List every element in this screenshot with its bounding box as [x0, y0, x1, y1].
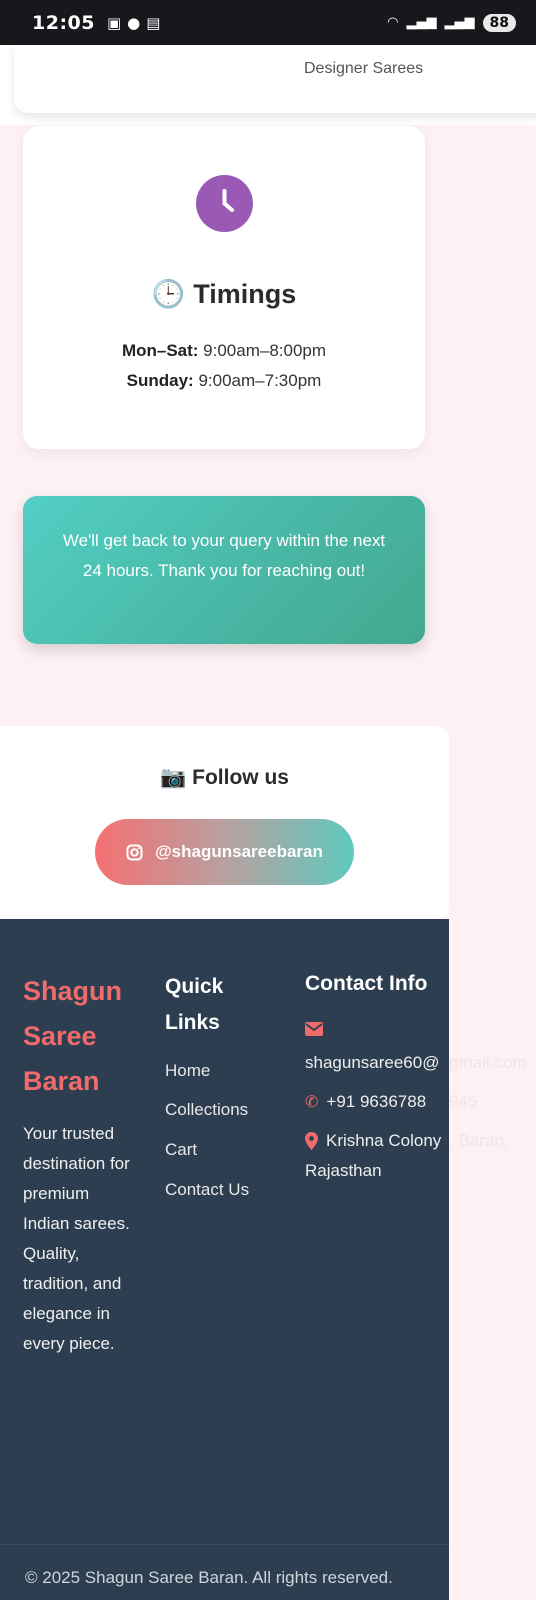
follow-us-title-text: Follow us: [192, 766, 289, 789]
timings-card: 🕒 Timings Mon–Sat: 9:00am–8:00pm Sunday:…: [23, 126, 425, 449]
contact-info-title: Contact Info: [305, 972, 428, 995]
status-right: ◠ ▂▄▆ ▂▄▆ 88: [387, 13, 516, 32]
timings-title: 🕒 Timings: [23, 278, 425, 310]
copyright: © 2025 Shagun Saree Baran. All rights re…: [25, 1568, 393, 1587]
battery-indicator: 88: [482, 13, 516, 32]
status-time: 12:05: [32, 11, 95, 34]
email-overflow: gmail.com: [449, 1053, 527, 1072]
top-card: Designer Sarees: [14, 45, 536, 113]
email-row: [305, 1022, 323, 1036]
footer-tagline: Your trusted destination for premium Ind…: [23, 1124, 130, 1353]
phone-overflow: 945: [449, 1092, 478, 1111]
envelope-icon: [305, 1022, 323, 1036]
email-text-row[interactable]: shagunsaree60@: [305, 1053, 439, 1073]
phone-row[interactable]: ✆ +91 9636788: [305, 1092, 426, 1112]
screenshot-icon: ▣: [106, 13, 122, 32]
footer-brand: Shagun Saree Baran: [23, 976, 122, 1096]
sunday-label: Sunday:: [126, 371, 194, 390]
timings-title-text: Timings: [193, 278, 297, 309]
quick-links-title: Quick Links: [165, 975, 224, 1034]
footer-link-collections[interactable]: Collections: [165, 1100, 248, 1120]
instagram-button[interactable]: @shagunsareebaran: [95, 819, 354, 885]
address-line2-row: Rajasthan: [305, 1161, 382, 1181]
signal-icon: ▂▄▆: [406, 15, 437, 30]
response-notice-text: We'll get back to your query within the …: [62, 531, 386, 580]
clock-emoji-icon: 🕒: [151, 279, 186, 309]
clock-icon: [196, 175, 253, 232]
footer-link-cart[interactable]: Cart: [165, 1140, 197, 1160]
signal-2-icon: ▂▄▆: [444, 15, 475, 30]
footer-link-home[interactable]: Home: [165, 1061, 210, 1081]
instagram-icon: [126, 844, 143, 860]
footer-link-contact-us[interactable]: Contact Us: [165, 1180, 249, 1200]
address-line2: Rajasthan: [305, 1161, 382, 1180]
message-icon: ●: [127, 13, 141, 32]
weekday-hours-value: 9:00am–8:00pm: [203, 341, 327, 360]
instagram-handle: @shagunsareebaran: [155, 842, 323, 861]
camera-emoji-icon: 📷: [160, 766, 187, 789]
follow-us-title: 📷 Follow us: [0, 766, 449, 790]
follow-us-card: 📷 Follow us @shagunsareebaran: [0, 726, 449, 921]
address-line1: Krishna Colony: [326, 1131, 442, 1150]
email-text[interactable]: shagunsaree60@: [305, 1053, 439, 1073]
top-card-text: Designer Sarees: [304, 60, 424, 77]
weekday-hours: Mon–Sat: 9:00am–8:00pm: [23, 341, 425, 361]
phone-icon: ✆: [305, 1094, 319, 1111]
response-notice-card: We'll get back to your query within the …: [23, 496, 425, 644]
sunday-hours-value: 9:00am–7:30pm: [198, 371, 322, 390]
wifi-icon: ◠: [387, 15, 399, 30]
footer: Shagun Saree Baran Your trusted destinat…: [0, 919, 449, 1600]
phone-text[interactable]: +91 9636788: [326, 1092, 426, 1112]
status-bar: 12:05 ▣ ● ▤ ◠ ▂▄▆ ▂▄▆ 88: [0, 0, 536, 45]
address-overflow: , Baran,: [449, 1131, 509, 1150]
sunday-hours: Sunday: 9:00am–7:30pm: [23, 371, 425, 391]
map-pin-icon: [305, 1132, 318, 1150]
weekday-label: Mon–Sat:: [121, 341, 199, 360]
app-notification-icon: ▤: [146, 13, 161, 32]
footer-divider: [0, 1544, 449, 1545]
address-row: Krishna Colony: [305, 1131, 441, 1151]
status-notification-icons: ▣ ● ▤: [107, 14, 160, 32]
